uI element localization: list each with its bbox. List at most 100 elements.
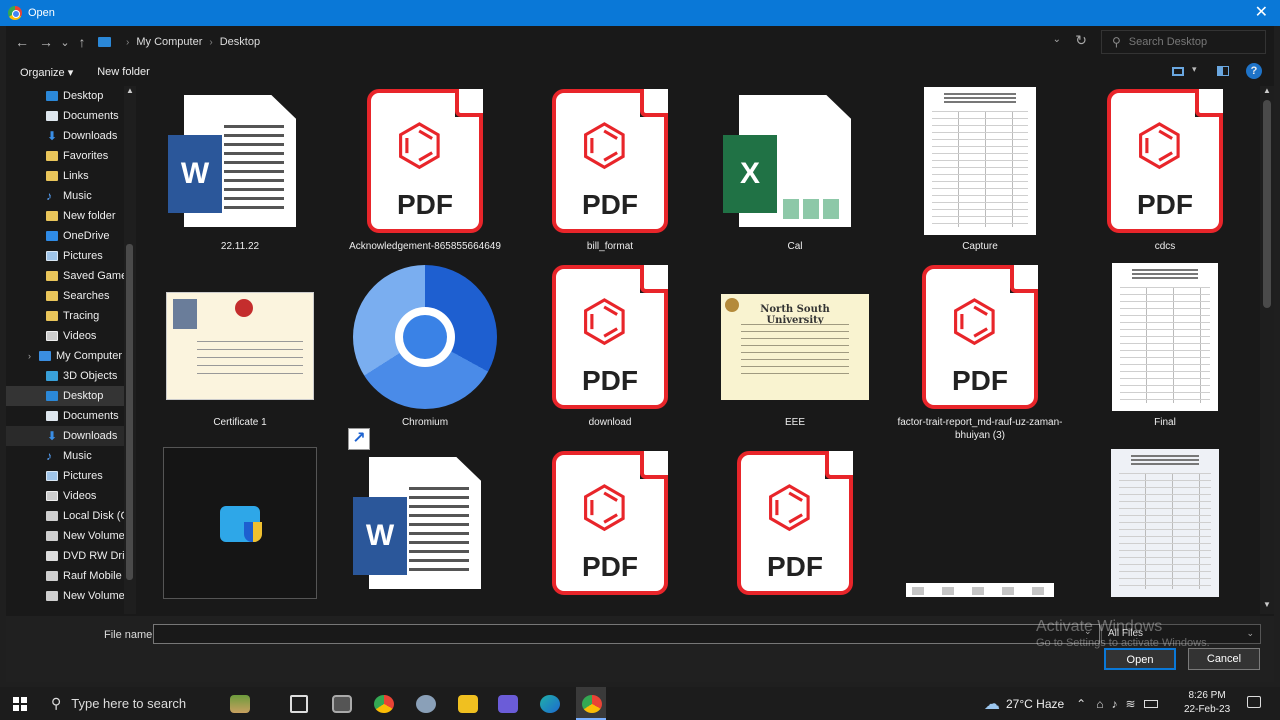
file-item[interactable]: W [340, 448, 510, 614]
sidebar-item-music[interactable]: ♪ Music [6, 446, 136, 466]
sidebar-item-searches[interactable]: Searches [6, 286, 136, 306]
up-arrow-icon[interactable]: ↑ [72, 34, 92, 50]
back-arrow-icon[interactable]: ← [10, 34, 34, 50]
network-icon[interactable]: ⌂ [1096, 697, 1103, 711]
forward-arrow-icon[interactable]: → [34, 34, 58, 50]
breadcrumb-desktop[interactable]: Desktop [220, 36, 260, 48]
camera-icon[interactable] [332, 695, 352, 713]
recent-locations-icon[interactable]: ⌄ [58, 36, 72, 49]
cancel-button[interactable]: Cancel [1188, 648, 1260, 670]
media-player-icon[interactable] [498, 695, 518, 713]
windows-start-icon[interactable] [13, 696, 27, 711]
sidebar-item-music[interactable]: ♪ Music [6, 186, 136, 206]
sidebar-item-dvd-rw-drive[interactable]: DVD RW Drive [6, 546, 136, 566]
sidebar-item-label: Videos [63, 330, 97, 342]
clock[interactable]: 8:26 PM 22-Feb-23 [1184, 689, 1230, 717]
close-icon[interactable]: ✕ [1255, 4, 1268, 22]
help-icon[interactable]: ? [1246, 63, 1262, 79]
weather-text[interactable]: 27°C Haze [1006, 697, 1064, 711]
watermark-title: Activate Windows [1036, 618, 1163, 635]
file-item[interactable]: North South University EEE [710, 262, 880, 437]
sidebar-item-saved-games[interactable]: Saved Games [6, 266, 136, 286]
wifi-icon[interactable]: ≋ [1125, 697, 1135, 711]
scroll-up-icon[interactable]: ▲ [126, 86, 134, 95]
sidebar-item-pictures[interactable]: Pictures [6, 466, 136, 486]
widgets-icon[interactable] [230, 695, 250, 713]
refresh-icon[interactable]: ↻ [1075, 32, 1087, 49]
taskbar-search-input[interactable]: Type here to search [71, 696, 186, 711]
sidebar-item-documents[interactable]: Documents [6, 406, 136, 426]
file-item[interactable]: ⌬ PDF [525, 448, 695, 614]
new-folder-button[interactable]: New folder [97, 66, 150, 78]
sidebar-item-desktop[interactable]: Desktop [6, 86, 136, 106]
file-item[interactable]: ⌬ PDF cdcs [1080, 86, 1250, 261]
file-item[interactable]: ⌬ PDF factor-trait-report_md-rauf-uz-zaman… [895, 262, 1065, 441]
chrome-active-icon[interactable] [582, 695, 602, 713]
view-options-icon[interactable] [1172, 67, 1184, 76]
organize-button[interactable]: Organize ▾ [20, 66, 73, 79]
file-item[interactable] [895, 448, 1065, 614]
chevron-down-icon[interactable]: ⌄ [1053, 34, 1061, 45]
chevron-down-icon[interactable]: ▾ [1192, 64, 1197, 75]
image-thumbnail [1111, 449, 1219, 597]
address-bar[interactable]: › My Computer › Desktop ⌄ ↻ [92, 31, 1101, 53]
file-item[interactable]: Chromium [340, 262, 510, 437]
chrome-icon[interactable] [374, 695, 394, 713]
task-view-icon[interactable] [290, 695, 308, 713]
sidebar-item-videos[interactable]: Videos [6, 326, 136, 346]
file-list-scrollbar[interactable]: ▲ ▼ [1260, 86, 1274, 614]
sidebar-item-downloads[interactable]: ⬇ Downloads [6, 426, 136, 446]
taskbar-search[interactable]: ⚲ Type here to search [51, 695, 236, 712]
sidebar-item-tracing[interactable]: Tracing [6, 306, 136, 326]
sidebar-item-new-folder[interactable]: New folder [6, 206, 136, 226]
file-item[interactable]: ⌬ PDF [710, 448, 880, 614]
scrollbar-thumb[interactable] [126, 244, 133, 580]
open-button[interactable]: Open [1104, 648, 1176, 670]
file-item[interactable]: W 22.11.22 [155, 86, 325, 261]
scroll-down-icon[interactable]: ▼ [1263, 600, 1271, 609]
file-item[interactable]: X Cal [710, 86, 880, 261]
sidebar-item-documents[interactable]: Documents [6, 106, 136, 126]
notification-icon[interactable] [1247, 696, 1261, 708]
scrollbar-thumb[interactable] [1263, 100, 1271, 308]
file-item[interactable]: Final [1080, 262, 1250, 437]
file-item[interactable]: ⌬ PDF download [525, 262, 695, 437]
file-name-input[interactable] [153, 624, 1100, 644]
chevron-up-icon[interactable]: ⌃ [1076, 697, 1086, 711]
sidebar-item-videos[interactable]: Videos [6, 486, 136, 506]
image-thumbnail [1112, 263, 1218, 411]
file-item[interactable] [155, 447, 325, 614]
vpn-icon[interactable] [416, 695, 436, 713]
file-item[interactable]: Certificate 1 [155, 262, 325, 437]
sidebar-item-new-volume-g[interactable]: New Volume (G [6, 586, 136, 606]
file-name: Acknowledgement-865855664649 [349, 241, 501, 252]
file-item[interactable]: Capture [895, 86, 1065, 261]
weather-icon[interactable]: ☁ [984, 694, 1000, 714]
sidebar-item-label: Pictures [63, 470, 103, 482]
sidebar-item-new-volume-d[interactable]: New Volume (D [6, 526, 136, 546]
preview-pane-icon[interactable] [1217, 66, 1229, 76]
sidebar-item-downloads[interactable]: ⬇ Downloads [6, 126, 136, 146]
volume-icon[interactable]: ♪ [1111, 697, 1117, 711]
expand-chevron-icon[interactable]: › [28, 351, 31, 361]
file-item[interactable]: ⌬ PDF Acknowledgement-865855664649 [340, 86, 510, 261]
sidebar-item-links[interactable]: Links [6, 166, 136, 186]
sidebar-item-3d-objects[interactable]: 3D Objects [6, 366, 136, 386]
navigation-scrollbar[interactable]: ▲ [124, 86, 136, 614]
search-input[interactable]: Search Desktop [1129, 36, 1207, 48]
battery-icon[interactable] [1143, 699, 1158, 708]
sidebar-item-favorites[interactable]: Favorites [6, 146, 136, 166]
file-item[interactable]: ⌬ PDF bill_format [525, 86, 695, 261]
file-explorer-icon[interactable] [458, 695, 478, 713]
scroll-up-icon[interactable]: ▲ [1263, 86, 1271, 95]
sidebar-item-local-disk-c[interactable]: Local Disk (C:) [6, 506, 136, 526]
sidebar-item-onedrive[interactable]: OneDrive [6, 226, 136, 246]
sidebar-item-desktop[interactable]: Desktop [6, 386, 136, 406]
search-box[interactable]: ⚲ Search Desktop [1101, 30, 1266, 54]
sidebar-item-my-computer[interactable]: My Computer [6, 346, 136, 366]
breadcrumb-my-computer[interactable]: My Computer [136, 36, 202, 48]
file-item[interactable] [1080, 448, 1250, 614]
sidebar-item-pictures[interactable]: Pictures [6, 246, 136, 266]
sidebar-item-rauf-mobile-f[interactable]: Rauf Mobile (F: [6, 566, 136, 586]
edge-icon[interactable] [540, 695, 560, 713]
